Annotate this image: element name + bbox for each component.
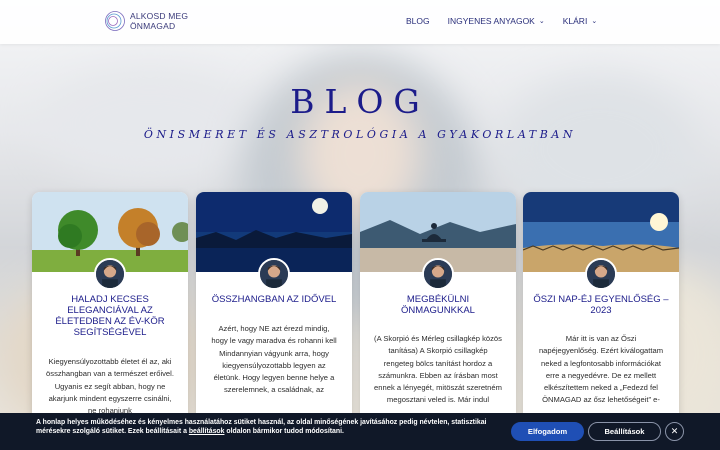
avatar <box>422 258 454 290</box>
cookie-settings-button[interactable]: Beállítások <box>588 422 661 441</box>
page-subtitle: ÖNISMERET ÉS ASZTROLÓGIA A GYAKORLATBAN <box>143 128 577 141</box>
accept-cookies-button[interactable]: Elfogadom <box>511 422 584 441</box>
cookie-settings-link[interactable]: beállítások <box>189 428 225 435</box>
nav-item-label: INGYENES ANYAGOK <box>447 16 535 26</box>
card-excerpt: (A Skorpió és Mérleg csillagkép közös ta… <box>374 334 502 405</box>
blog-card[interactable]: MEGBÉKÜLNI ÖNMAGUNKKAL (A Skorpió és Mér… <box>360 192 516 432</box>
card-title[interactable]: HALADJ KECSES ELEGANCIÁVAL AZ ÉLETEDBEN … <box>42 294 178 338</box>
blog-card[interactable]: ŐSZI NAP-ÉJ EGYENLŐSÉG – 2023 Már itt is… <box>523 192 679 432</box>
avatar <box>94 258 126 290</box>
avatar <box>258 258 290 290</box>
blog-card[interactable]: HALADJ KECSES ELEGANCIÁVAL AZ ÉLETEDBEN … <box>32 192 188 432</box>
chevron-down-icon: ⌄ <box>538 18 545 25</box>
nav-item-label: BLOG <box>406 16 430 26</box>
blog-card[interactable]: ÖSSZHANGBAN AZ IDŐVEL Azért, hogy NE azt… <box>196 192 352 432</box>
nav-item-blog[interactable]: BLOG <box>406 16 430 26</box>
logo-line-2: ÖNMAGAD <box>130 21 176 31</box>
nav-item-free-materials[interactable]: INGYENES ANYAGOK ⌄ <box>448 16 545 26</box>
close-icon[interactable]: ✕ <box>665 422 684 441</box>
page-title: BLOG <box>290 82 430 121</box>
logo-circles-icon <box>105 11 125 31</box>
cookie-text-end: oldalon bármikor tudod módosítani. <box>224 428 344 435</box>
nav-item-label: KLÁRI <box>562 16 588 26</box>
card-title[interactable]: ŐSZI NAP-ÉJ EGYENLŐSÉG – 2023 <box>533 294 669 316</box>
logo-line-1: ALKOSD MEG <box>130 11 189 21</box>
card-excerpt: Már itt is van az Őszi napéjegyenlőség. … <box>538 334 664 405</box>
main-nav: BLOG INGYENES ANYAGOK ⌄ KLÁRI ⌄ <box>406 16 615 26</box>
site-header: ALKOSD MEG ÖNMAGAD BLOG INGYENES ANYAGOK… <box>0 0 720 44</box>
card-excerpt: Kiegyensúlyozottabb életet él az, aki ös… <box>46 357 174 416</box>
avatar <box>585 258 617 290</box>
card-title[interactable]: ÖSSZHANGBAN AZ IDŐVEL <box>206 294 342 305</box>
nav-item-klari[interactable]: KLÁRI ⌄ <box>563 16 597 26</box>
site-logo[interactable]: ALKOSD MEG ÖNMAGAD <box>104 10 188 32</box>
cookie-banner: A honlap helyes működéséhez és kényelmes… <box>0 413 720 450</box>
card-excerpt: Azért, hogy NE azt érezd mindig, hogy le… <box>211 324 337 395</box>
chevron-down-icon: ⌄ <box>591 18 598 25</box>
card-title[interactable]: MEGBÉKÜLNI ÖNMAGUNKKAL <box>370 294 506 316</box>
logo-text: ALKOSD MEG ÖNMAGAD <box>130 11 188 31</box>
cookie-text: A honlap helyes működéséhez és kényelmes… <box>36 418 488 436</box>
